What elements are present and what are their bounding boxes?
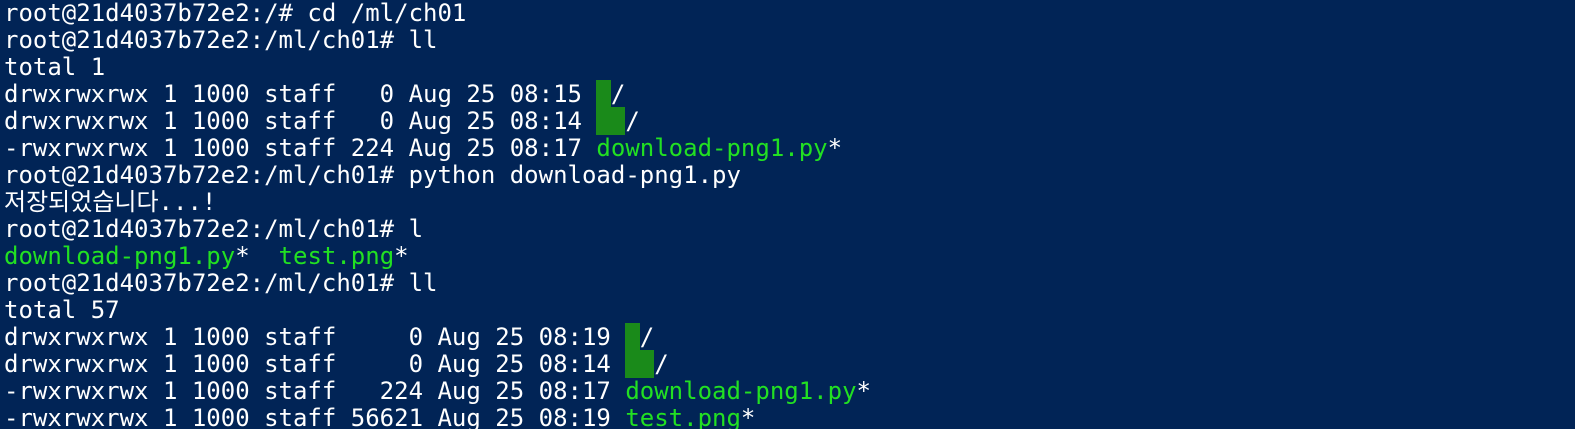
line-text: -rwxrwxrwx 1 1000 staff 56621 Aug 25 08:…	[4, 404, 626, 429]
terminal-window[interactable]: root@21d4037b72e2:/# cd /ml/ch01 root@21d…	[0, 0, 1575, 429]
line-text: *	[740, 404, 756, 429]
directory-name: .	[596, 80, 611, 108]
directory-name: ..	[625, 350, 655, 378]
terminal-line: drwxrwxrwx 1 1000 staff 0 Aug 25 08:14 .…	[4, 107, 640, 135]
terminal-line: drwxrwxrwx 1 1000 staff 0 Aug 25 08:15 .…	[4, 80, 626, 108]
line-text: *	[235, 242, 279, 270]
line-text: root@21d4037b72e2:/ml/ch01# l	[4, 215, 424, 243]
line-text: root@21d4037b72e2:/ml/ch01# ll	[4, 269, 438, 297]
executable-file-name: download-png1.py	[625, 377, 857, 405]
line-text: *	[856, 377, 871, 405]
line-text: drwxrwxrwx 1 1000 staff 0 Aug 25 08:15	[4, 80, 597, 108]
terminal-line: -rwxrwxrwx 1 1000 staff 56621 Aug 25 08:…	[4, 405, 755, 429]
executable-file-name: download-png1.py	[596, 134, 828, 162]
executable-file-name: test.png	[278, 242, 395, 270]
terminal-line: root@21d4037b72e2:/ml/ch01# ll	[4, 27, 437, 54]
line-text: *	[827, 134, 843, 162]
line-text: root@21d4037b72e2:/# cd /ml/ch01	[4, 0, 467, 27]
terminal-line: drwxrwxrwx 1 1000 staff 0 Aug 25 08:19 .…	[4, 323, 655, 351]
line-text: /	[625, 107, 640, 135]
terminal-line: 저장되었습니다...!	[4, 189, 216, 216]
line-text: drwxrwxrwx 1 1000 staff 0 Aug 25 08:14	[4, 350, 626, 378]
terminal-line: -rwxrwxrwx 1 1000 staff 224 Aug 25 08:17…	[4, 135, 842, 162]
line-text: root@21d4037b72e2:/ml/ch01# ll	[4, 26, 438, 54]
terminal-line: drwxrwxrwx 1 1000 staff 0 Aug 25 08:14 .…	[4, 350, 669, 378]
executable-file-name: download-png1.py	[4, 242, 236, 270]
terminal-line: -rwxrwxrwx 1 1000 staff 224 Aug 25 08:17…	[4, 378, 871, 405]
terminal-line: root@21d4037b72e2:/# cd /ml/ch01	[4, 0, 466, 27]
terminal-line: download-png1.py* test.png*	[4, 243, 409, 270]
line-text: /	[610, 80, 626, 108]
terminal-line: root@21d4037b72e2:/ml/ch01# ll	[4, 270, 437, 297]
terminal-line: total 1	[4, 54, 105, 81]
line-text: -rwxrwxrwx 1 1000 staff 224 Aug 25 08:17	[4, 134, 597, 162]
line-text: total 57	[4, 296, 120, 324]
line-text: -rwxrwxrwx 1 1000 staff 224 Aug 25 08:17	[4, 377, 626, 405]
line-text: total 1	[4, 53, 106, 81]
line-text: *	[394, 242, 409, 270]
terminal-line: total 57	[4, 297, 120, 324]
line-text: drwxrwxrwx 1 1000 staff 0 Aug 25 08:19	[4, 323, 626, 351]
directory-name: .	[625, 323, 640, 351]
terminal-line: root@21d4037b72e2:/ml/ch01# l	[4, 216, 423, 243]
line-text: /	[639, 323, 655, 351]
terminal-line: root@21d4037b72e2:/ml/ch01# python downl…	[4, 162, 741, 189]
line-text: 저장되었습니다...!	[4, 188, 217, 216]
line-text: root@21d4037b72e2:/ml/ch01# python downl…	[4, 161, 741, 189]
directory-name: ..	[596, 107, 626, 135]
line-text: /	[654, 350, 669, 378]
line-text: drwxrwxrwx 1 1000 staff 0 Aug 25 08:14	[4, 107, 597, 135]
executable-file-name: test.png	[625, 404, 741, 429]
